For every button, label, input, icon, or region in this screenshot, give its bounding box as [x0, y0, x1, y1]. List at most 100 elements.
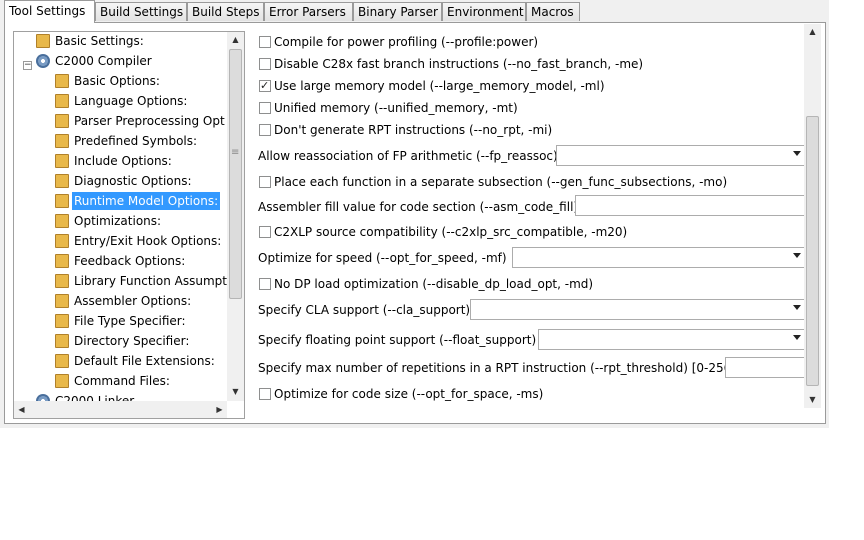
tab-environment[interactable]: Environment	[442, 2, 526, 21]
tree-item-label: Assembler Options:	[74, 294, 192, 308]
option-label: Disable C28x fast branch instructions (-…	[274, 57, 644, 71]
gear-folder-icon	[55, 74, 69, 88]
option-label: Specify max number of repetitions in a R…	[258, 361, 736, 375]
tree-item-label: Predefined Symbols:	[74, 134, 198, 148]
tree-item-label: Parser Preprocessing Opt	[74, 114, 225, 128]
tree-item-label: Diagnostic Options:	[74, 174, 192, 188]
option-cla-support: Specify CLA support (--cla_support)	[254, 299, 805, 320]
chevron-down-icon	[793, 305, 801, 310]
tab-label: Build Steps	[192, 5, 260, 19]
gear-folder-icon	[55, 294, 69, 308]
gear-folder-icon	[55, 154, 69, 168]
scroll-thumb[interactable]	[229, 49, 242, 299]
chevron-down-icon	[793, 335, 801, 340]
tree-vertical-scrollbar[interactable]: ▲ ≡ ▼	[227, 32, 244, 401]
checkbox-checked[interactable]	[259, 76, 271, 96]
tab-label: Environment	[447, 5, 524, 19]
tree-horizontal-scrollbar[interactable]: ◀ ▶	[14, 401, 227, 418]
scroll-right-icon[interactable]: ▶	[212, 402, 227, 417]
option-label: Assembler fill value for code section (-…	[258, 200, 579, 214]
scroll-up-icon[interactable]: ▲	[228, 32, 243, 47]
scroll-left-icon[interactable]: ◀	[14, 402, 29, 417]
option-label: No DP load optimization (--disable_dp_lo…	[274, 277, 594, 291]
option-label: Optimize for code size (--opt_for_space,…	[274, 387, 544, 401]
option-opt-for-speed: Optimize for speed (--opt_for_speed, -mf…	[254, 247, 805, 268]
tree-item-label: C2000 Compiler	[55, 54, 152, 68]
scroll-down-icon[interactable]: ▼	[228, 384, 243, 399]
gear-folder-icon	[55, 94, 69, 108]
checkbox[interactable]	[259, 278, 271, 290]
tab-label: Tool Settings	[9, 4, 86, 18]
option-label: Specify CLA support (--cla_support)	[258, 303, 471, 317]
tab-macros[interactable]: Macros	[526, 2, 580, 21]
cla-support-select[interactable]	[470, 299, 805, 320]
option-float-support: Specify floating point support (--float_…	[254, 329, 805, 350]
tab-label: Macros	[531, 5, 574, 19]
gear-folder-icon	[55, 334, 69, 348]
tree-item-label: File Type Specifier:	[74, 314, 186, 328]
option-asm-code-fill: Assembler fill value for code section (-…	[254, 195, 805, 217]
option-label: Compile for power profiling (--profile:p…	[274, 35, 539, 49]
tree-item-label: Runtime Model Options:	[72, 192, 221, 210]
rpt-threshold-input[interactable]	[725, 357, 805, 378]
gear-folder-icon	[55, 194, 69, 208]
gear-folder-icon	[55, 354, 69, 368]
tree-item-label: Basic Settings:	[55, 34, 144, 48]
gear-folder-icon	[55, 254, 69, 268]
checkbox[interactable]	[259, 58, 271, 70]
scroll-down-icon[interactable]: ▼	[805, 392, 820, 407]
option-label: Don't generate RPT instructions (--no_rp…	[274, 123, 553, 137]
option-label: Unified memory (--unified_memory, -mt)	[274, 101, 518, 115]
tab-binary-parser[interactable]: Binary Parser	[353, 2, 442, 21]
option-label: C2XLP source compatibility (--c2xlp_src_…	[274, 225, 628, 239]
gear-folder-icon	[55, 314, 69, 328]
gear-folder-icon	[55, 114, 69, 128]
tab-build-settings[interactable]: Build Settings	[95, 2, 187, 21]
tree-item-label: Optimizations:	[74, 214, 162, 228]
gear-folder-icon	[55, 374, 69, 388]
option-label: Use large memory model (--large_memory_m…	[274, 79, 605, 93]
gear-folder-icon	[55, 214, 69, 228]
option-label: Allow reassociation of FP arithmetic (--…	[258, 149, 558, 163]
tab-label: Build Settings	[100, 5, 184, 19]
tree-item-label: Library Function Assumpti	[74, 274, 231, 288]
gear-folder-icon	[55, 234, 69, 248]
chevron-down-icon	[793, 151, 801, 156]
option-fp-reassoc: Allow reassociation of FP arithmetic (--…	[254, 145, 805, 166]
checkbox[interactable]	[259, 226, 271, 238]
tab-label: Binary Parser	[358, 5, 438, 19]
gear-folder-icon	[55, 274, 69, 288]
checkbox[interactable]	[259, 124, 271, 136]
checkbox[interactable]	[259, 36, 271, 48]
tab-label: Error Parsers	[269, 5, 346, 19]
tree-item-label: Include Options:	[74, 154, 172, 168]
tree-item-label: Default File Extensions:	[74, 354, 215, 368]
tab-error-parsers[interactable]: Error Parsers	[264, 2, 353, 21]
option-rpt-threshold: Specify max number of repetitions in a R…	[254, 357, 805, 378]
gear-icon	[36, 54, 50, 68]
checkbox[interactable]	[259, 102, 271, 114]
scroll-up-icon[interactable]: ▲	[805, 24, 820, 39]
tab-tool-settings[interactable]: Tool Settings	[4, 0, 95, 23]
checkbox[interactable]	[259, 388, 271, 400]
fp-reassoc-select[interactable]	[556, 145, 805, 166]
scroll-thumb[interactable]	[806, 116, 819, 386]
tree-item-label: Directory Specifier:	[74, 334, 190, 348]
tree-item-label: Language Options:	[74, 94, 188, 108]
option-label: Specify floating point support (--float_…	[258, 333, 537, 347]
option-label: Place each function in a separate subsec…	[274, 175, 728, 189]
collapse-icon[interactable]: −	[23, 61, 32, 70]
gear-folder-icon	[55, 134, 69, 148]
settings-tree: − Basic Settings: C2000 Compiler Basic O…	[13, 31, 245, 419]
checkbox[interactable]	[259, 176, 271, 188]
tree-item-label: Feedback Options:	[74, 254, 186, 268]
gear-folder-icon	[36, 34, 50, 48]
float-support-select[interactable]	[538, 329, 805, 350]
opt-for-speed-select[interactable]	[512, 247, 805, 268]
tree-item-label: Basic Options:	[74, 74, 160, 88]
gear-folder-icon	[55, 174, 69, 188]
asm-code-fill-input[interactable]	[575, 195, 805, 216]
tab-build-steps[interactable]: Build Steps	[187, 2, 264, 21]
options-vertical-scrollbar[interactable]: ▲ ▼	[804, 24, 821, 408]
option-label: Optimize for speed (--opt_for_speed, -mf…	[258, 251, 507, 265]
